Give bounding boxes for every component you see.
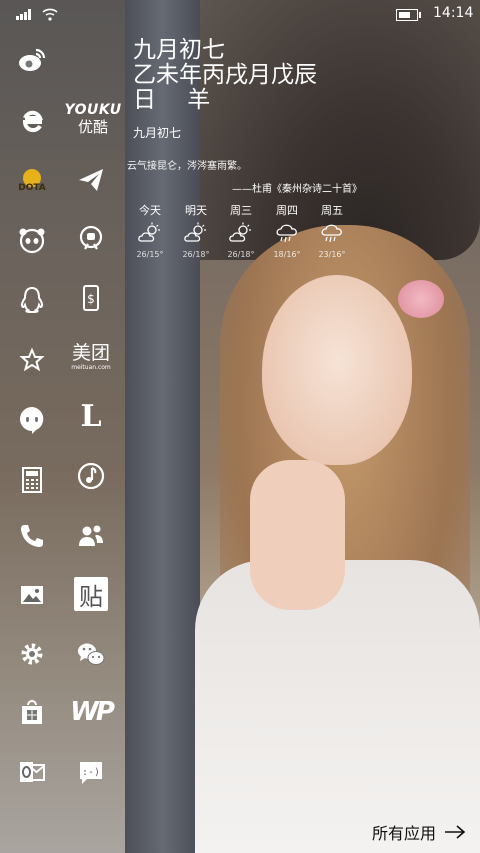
svg-text::-): :-)	[82, 767, 100, 778]
lunar-date: 九月初七	[133, 37, 225, 63]
wallpaper-hand	[250, 460, 345, 610]
wp-logo: WP	[70, 697, 115, 727]
weather-day-1: 明天 26/18°	[176, 202, 216, 259]
people-icon	[79, 525, 103, 546]
outlook-tile[interactable]	[12, 752, 52, 792]
status-bar: 14:14	[0, 0, 480, 28]
rain-cloud-icon	[321, 224, 342, 243]
store-tile[interactable]	[12, 692, 52, 732]
calculator-icon	[22, 467, 42, 493]
outlook-icon	[20, 762, 45, 782]
sun-cloud-icon	[184, 222, 206, 242]
signal-icon	[16, 8, 34, 20]
chat-bubble-icon	[20, 407, 44, 434]
weather-temp: 23/16°	[318, 250, 346, 259]
rain-cloud-icon	[276, 224, 297, 243]
weather-day-label: 周四	[276, 204, 298, 217]
qq-tile[interactable]	[12, 280, 52, 320]
svg-text:$: $	[87, 292, 95, 306]
gear-icon	[21, 643, 43, 665]
dota-icon: DOTA	[18, 169, 46, 193]
calculator-tile[interactable]	[12, 460, 52, 500]
tieba-logo: 贴	[74, 577, 108, 611]
weather-temp: 26/15°	[136, 250, 164, 259]
wechat-icon	[78, 643, 105, 665]
weather-day-2: 周三 26/18°	[221, 202, 261, 259]
store-icon	[22, 700, 42, 724]
weather-temp: 18/16°	[273, 250, 301, 259]
meituan-logo-cn: 美团	[71, 341, 110, 364]
messaging-tile[interactable]: :-)	[71, 752, 111, 792]
weibo-tile[interactable]	[12, 40, 52, 80]
wechat-tile[interactable]	[71, 634, 111, 674]
youku-logo-cn: 优酷	[77, 118, 108, 136]
smiley-message-icon: :-)	[80, 762, 102, 784]
weather-day-0: 今天 26/15°	[130, 202, 170, 259]
poem-author: ——杜甫《秦州杂诗二十首》	[232, 184, 362, 195]
favorites-tile[interactable]	[12, 340, 52, 380]
lunar-date-small: 九月初七	[133, 126, 182, 140]
internet-explorer-icon	[22, 110, 43, 133]
phone-icon	[21, 525, 43, 547]
music-note-icon	[77, 462, 105, 490]
poem-line: 云气接昆仑，涔涔塞雨繁。	[127, 161, 247, 172]
l-app-logo: L	[80, 398, 102, 434]
weather-day-label: 周五	[321, 204, 343, 217]
music-tile[interactable]	[71, 456, 111, 496]
weather-day-label: 今天	[139, 204, 161, 217]
railway-icon	[79, 225, 103, 250]
meituan-tile[interactable]: 美团 meituan.com	[66, 337, 116, 377]
dota-tile[interactable]: DOTA	[12, 160, 52, 200]
panda-icon	[19, 228, 45, 254]
wallpaper-dress	[195, 560, 480, 853]
sun-cloud-icon	[229, 222, 251, 242]
wallpaper-flower	[398, 280, 444, 318]
train-tile[interactable]	[71, 218, 111, 258]
meituan-logo-en: meituan.com	[71, 363, 111, 371]
arrow-right-icon	[445, 825, 466, 839]
youku-logo-text: YOUKU	[64, 102, 122, 118]
wallpaper-face	[262, 275, 412, 465]
panda-tile[interactable]	[12, 220, 52, 260]
send-tile[interactable]	[71, 160, 111, 200]
photos-tile[interactable]	[12, 575, 52, 615]
wifi-icon	[42, 8, 58, 21]
zodiac-line: 日 羊	[133, 87, 223, 113]
weather-day-label: 周三	[230, 204, 252, 217]
chat-bubble-tile[interactable]	[12, 400, 52, 440]
wordpress-tile[interactable]: WP	[70, 692, 115, 732]
all-apps-label: 所有应用	[372, 824, 437, 843]
star-icon	[19, 347, 45, 372]
weather-temp: 26/18°	[182, 250, 210, 259]
battery-icon	[396, 9, 421, 21]
photos-icon	[21, 586, 43, 604]
qq-penguin-icon	[20, 286, 44, 314]
weather-day-label: 明天	[185, 204, 207, 217]
paper-plane-icon	[79, 169, 103, 191]
settings-tile[interactable]	[12, 634, 52, 674]
weather-temp: 26/18°	[227, 250, 255, 259]
wallet-tile[interactable]: $	[71, 278, 111, 318]
svg-text:DOTA: DOTA	[18, 183, 46, 193]
weather-day-3: 周四 18/16°	[267, 202, 307, 259]
phone-tile[interactable]	[12, 516, 52, 556]
ganzhi-date: 乙未年丙戌月戊辰	[133, 62, 317, 88]
ie-tile[interactable]	[12, 100, 52, 140]
status-time: 14:14	[433, 5, 474, 21]
l-app-tile[interactable]: L	[71, 396, 111, 436]
weibo-icon	[19, 48, 46, 71]
weather-day-4: 周五 23/16°	[312, 202, 352, 259]
youku-tile[interactable]: YOUKU 优酷	[64, 96, 121, 142]
all-apps-button[interactable]: 所有应用	[372, 820, 466, 844]
contacts-tile[interactable]	[71, 516, 111, 556]
mobile-pay-icon: $	[83, 285, 99, 311]
tieba-tile[interactable]: 贴	[71, 574, 111, 614]
sun-cloud-icon	[138, 222, 160, 242]
